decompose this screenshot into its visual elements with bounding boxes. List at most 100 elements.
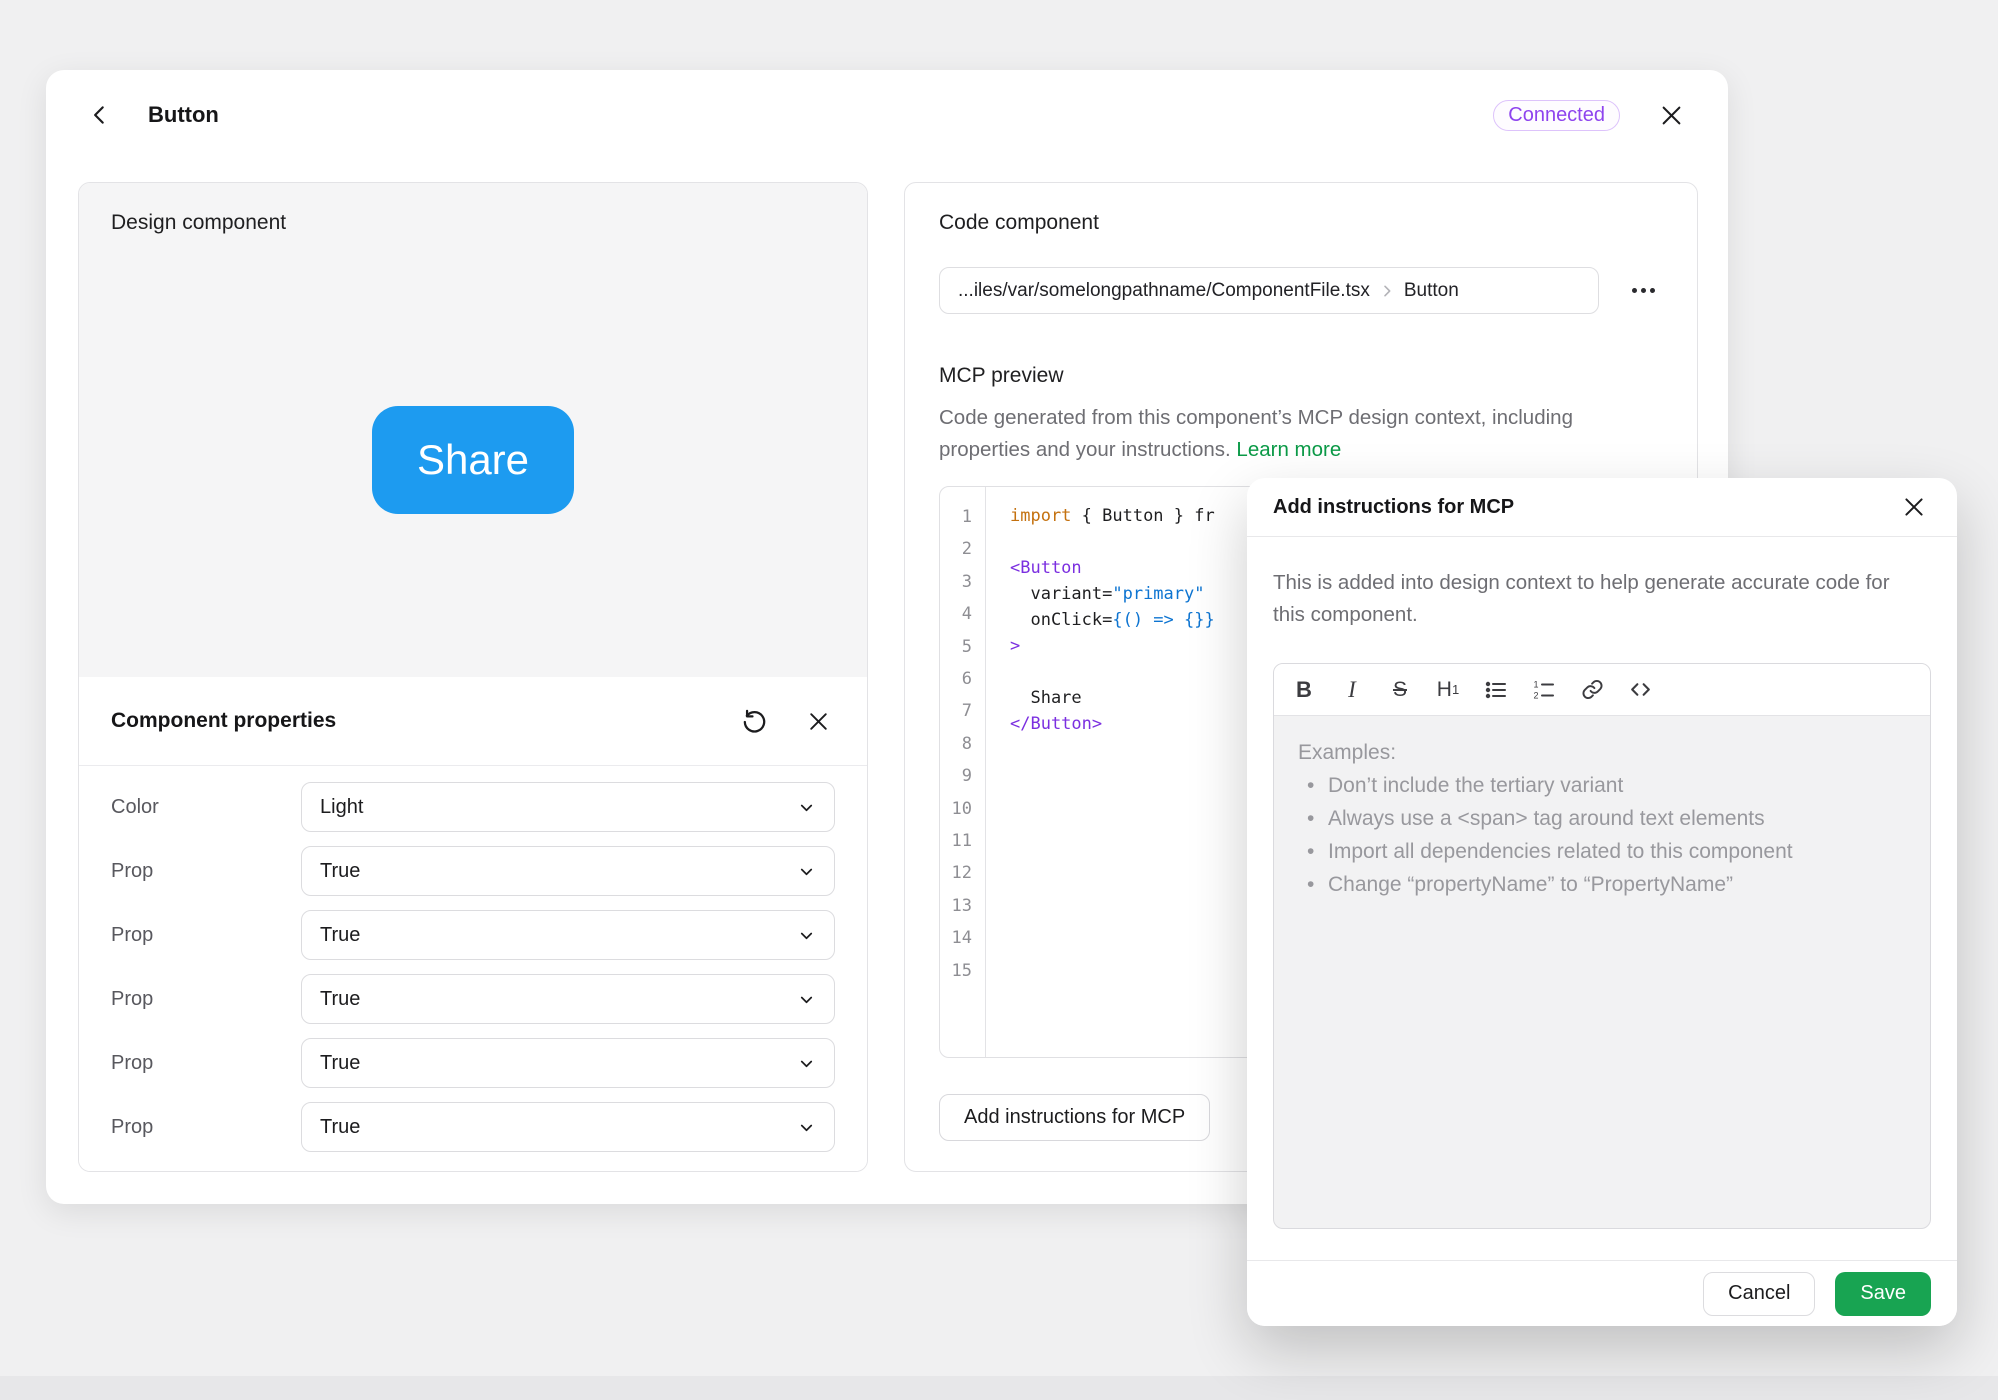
dropdown-value: True xyxy=(320,860,797,883)
line-number-gutter: 123456789101112131415 xyxy=(940,487,986,1057)
property-label: Prop xyxy=(111,860,301,883)
code-icon[interactable] xyxy=(1622,672,1658,708)
line-number: 4 xyxy=(940,598,972,630)
window-header: Button Connected xyxy=(46,70,1728,160)
property-dropdown[interactable]: True xyxy=(301,910,835,960)
dropdown-value: Light xyxy=(320,796,797,819)
component-name: Button xyxy=(1404,280,1459,302)
instructions-input[interactable]: Examples: Don’t include the tertiary var… xyxy=(1274,716,1930,1228)
numbered-list-icon[interactable]: 12 xyxy=(1526,672,1562,708)
close-properties-button[interactable] xyxy=(801,704,835,738)
back-button[interactable] xyxy=(82,97,118,133)
property-label: Prop xyxy=(111,1052,301,1075)
line-number: 10 xyxy=(940,793,972,825)
component-properties-panel: Component properties ColorLightPropTrueP… xyxy=(79,677,867,1171)
status-badge: Connected xyxy=(1493,100,1620,131)
editor-toolbar: B I S H1 12 xyxy=(1274,664,1930,716)
dropdown-value: True xyxy=(320,1116,797,1139)
property-dropdown[interactable]: True xyxy=(301,974,835,1024)
more-options-button[interactable] xyxy=(1623,271,1663,311)
property-label: Prop xyxy=(111,988,301,1011)
placeholder-examples: Don’t include the tertiary variantAlways… xyxy=(1298,769,1906,901)
line-number: 14 xyxy=(940,922,972,954)
placeholder-example-item: Import all dependencies related to this … xyxy=(1298,835,1906,868)
design-panel: Design component Share Component propert… xyxy=(78,182,868,1172)
chevron-down-icon xyxy=(797,862,816,881)
placeholder-example-item: Change “propertyName” to “PropertyName” xyxy=(1298,868,1906,901)
heading-1-icon[interactable]: H1 xyxy=(1430,672,1466,708)
svg-text:2: 2 xyxy=(1534,690,1539,700)
property-label: Prop xyxy=(111,1116,301,1139)
close-icon xyxy=(1901,494,1927,520)
design-stage: Share xyxy=(79,183,867,677)
learn-more-link[interactable]: Learn more xyxy=(1236,438,1341,461)
mcp-preview-title: MCP preview xyxy=(939,364,1663,388)
modal-close-button[interactable] xyxy=(1897,490,1931,524)
modal-title: Add instructions for MCP xyxy=(1273,496,1897,519)
modal-description: This is added into design context to hel… xyxy=(1273,567,1913,631)
save-button[interactable]: Save xyxy=(1835,1272,1931,1316)
property-row: Color Light xyxy=(111,782,835,832)
line-number: 3 xyxy=(940,566,972,598)
property-dropdown[interactable]: True xyxy=(301,1102,835,1152)
close-icon xyxy=(1658,102,1685,129)
close-icon xyxy=(806,709,831,734)
share-button-preview[interactable]: Share xyxy=(372,406,574,514)
property-label: Color xyxy=(111,796,301,819)
line-number: 9 xyxy=(940,760,972,792)
chevron-down-icon xyxy=(797,990,816,1009)
reset-properties-button[interactable] xyxy=(737,704,771,738)
modal-header: Add instructions for MCP xyxy=(1247,478,1957,537)
line-number: 2 xyxy=(940,533,972,565)
chevron-left-icon xyxy=(87,102,113,128)
property-dropdown[interactable]: True xyxy=(301,1038,835,1088)
modal-footer: Cancel Save xyxy=(1247,1260,1957,1326)
strikethrough-icon[interactable]: S xyxy=(1382,672,1418,708)
chevron-down-icon xyxy=(797,798,816,817)
reset-icon xyxy=(741,708,768,735)
line-number: 5 xyxy=(940,631,972,663)
dropdown-value: True xyxy=(320,1052,797,1075)
line-number: 7 xyxy=(940,695,972,727)
property-row: Prop True xyxy=(111,1102,835,1152)
link-icon[interactable] xyxy=(1574,672,1610,708)
component-properties-header: Component properties xyxy=(111,677,835,765)
line-number: 15 xyxy=(940,955,972,987)
chevron-right-icon xyxy=(1379,283,1395,299)
component-file-breadcrumb[interactable]: ...iles/var/somelongpathname/ComponentFi… xyxy=(939,267,1599,314)
dropdown-value: True xyxy=(320,988,797,1011)
ellipsis-icon xyxy=(1632,288,1637,293)
placeholder-heading: Examples: xyxy=(1298,736,1906,769)
property-row: Prop True xyxy=(111,1038,835,1088)
bold-icon[interactable]: B xyxy=(1286,672,1322,708)
svg-text:1: 1 xyxy=(1534,679,1539,689)
line-number: 6 xyxy=(940,663,972,695)
file-path: ...iles/var/somelongpathname/ComponentFi… xyxy=(958,280,1370,302)
line-number: 12 xyxy=(940,857,972,889)
mcp-preview-description: Code generated from this component’s MCP… xyxy=(939,402,1604,466)
line-number: 11 xyxy=(940,825,972,857)
property-row: Prop True xyxy=(111,846,835,896)
placeholder-example-item: Don’t include the tertiary variant xyxy=(1298,769,1906,802)
bulleted-list-icon[interactable] xyxy=(1478,672,1514,708)
screen-bottom-edge xyxy=(0,1376,1998,1400)
property-dropdown[interactable]: True xyxy=(301,846,835,896)
property-label: Prop xyxy=(111,924,301,947)
italic-icon[interactable]: I xyxy=(1334,672,1370,708)
chevron-down-icon xyxy=(797,1118,816,1137)
chevron-down-icon xyxy=(797,926,816,945)
instructions-editor: B I S H1 12 Examples: Don’t inc xyxy=(1273,663,1931,1229)
property-row: Prop True xyxy=(111,974,835,1024)
component-properties-title: Component properties xyxy=(111,709,336,733)
line-number: 13 xyxy=(940,890,972,922)
code-panel-title: Code component xyxy=(939,211,1663,235)
window-close-button[interactable] xyxy=(1654,98,1688,132)
cancel-button[interactable]: Cancel xyxy=(1703,1272,1815,1316)
property-row: Prop True xyxy=(111,910,835,960)
dropdown-value: True xyxy=(320,924,797,947)
line-number: 8 xyxy=(940,728,972,760)
design-preview-area: Design component Share xyxy=(79,183,867,677)
property-dropdown[interactable]: Light xyxy=(301,782,835,832)
add-instructions-button[interactable]: Add instructions for MCP xyxy=(939,1094,1210,1141)
property-rows: Color Light Prop True Prop True Prop True Prop Tr… xyxy=(111,766,835,1152)
